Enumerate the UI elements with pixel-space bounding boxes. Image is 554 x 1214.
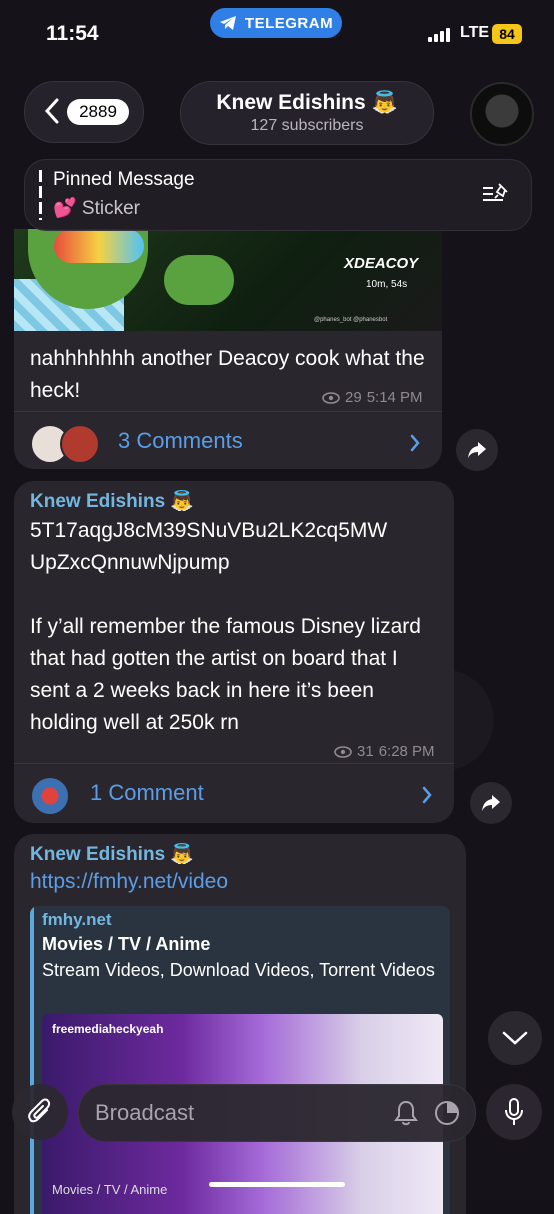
message-time: 5:14 PM <box>366 389 423 406</box>
message-link[interactable]: https://fmhy.net/video <box>30 870 228 894</box>
preview-site: fmhy.net <box>42 910 112 929</box>
pin-list-icon[interactable] <box>481 182 511 206</box>
sender-name: Knew Edishins 👼 <box>30 491 195 512</box>
message-text-line: 5T17aqgJ8cM39SNuVBu2LK2cq5MW <box>30 519 388 542</box>
share-arrow-icon <box>468 442 486 458</box>
image-sunglasses <box>54 229 144 263</box>
message-meta: 29 5:14 PM <box>322 389 423 406</box>
message-meta: 31 6:28 PM <box>334 743 435 760</box>
commenter-avatar <box>30 776 70 816</box>
sender-name: Knew Edishins 👼 <box>30 844 195 865</box>
share-button[interactable] <box>456 429 498 471</box>
telegram-app-pill[interactable]: TELEGRAM <box>210 8 342 38</box>
paperclip-icon <box>28 1098 51 1123</box>
preview-title: Movies / TV / Anime <box>42 934 211 954</box>
sticker-image[interactable]: XDEACOY 10m, 54s @phanes_bot @phanesbot <box>14 229 442 331</box>
message-bubble[interactable]: nahhhhhhh another Deacoy cook what the h… <box>14 331 442 469</box>
home-indicator <box>209 1182 345 1187</box>
chevron-down-icon <box>502 1031 528 1045</box>
image-handle: XDEACOY <box>344 255 419 272</box>
chevron-left-icon <box>45 98 59 124</box>
scroll-to-bottom-button[interactable] <box>488 1011 542 1065</box>
telegram-pill-label: TELEGRAM <box>244 14 334 32</box>
comments-link[interactable]: 1 Comment <box>14 763 454 826</box>
network-label: LTE <box>460 24 490 41</box>
preview-accent-bar <box>30 906 34 1214</box>
microphone-icon <box>505 1098 523 1125</box>
comments-count: 1 Comment <box>90 780 204 805</box>
input-placeholder: Broadcast <box>95 1100 195 1125</box>
status-bar: 11:54 TELEGRAM LTE 84 <box>0 0 554 70</box>
message-bubble[interactable]: Knew Edishins 👼 5T17aqgJ8cM39SNuVBu2LK2c… <box>14 481 454 823</box>
bell-icon[interactable] <box>393 1099 419 1127</box>
unread-count-badge: 2889 <box>67 99 129 125</box>
image-time: 10m, 54s <box>366 279 408 290</box>
pinned-indicator <box>39 170 42 220</box>
pinned-title: Pinned Message <box>53 169 195 190</box>
microphone-button[interactable] <box>486 1084 542 1140</box>
message-input[interactable]: Broadcast <box>78 1084 476 1142</box>
comments-count: 3 Comments <box>118 428 243 453</box>
image-hand <box>164 255 234 305</box>
preview-image-footer: Movies / TV / Anime <box>52 1182 168 1197</box>
link-preview[interactable]: fmhy.net Movies / TV / Anime Stream Vide… <box>30 906 450 1214</box>
channel-header[interactable]: Knew Edishins 👼 127 subscribers <box>180 81 434 145</box>
eye-icon <box>322 391 340 404</box>
pinned-preview: 💕 Sticker <box>53 198 141 219</box>
preview-image-label: freemediaheckyeah <box>52 1022 164 1036</box>
message-text-line: UpZxcQnnuwNjpump <box>30 551 230 574</box>
share-arrow-icon <box>482 795 500 811</box>
pinned-message-bar[interactable]: Pinned Message 💕 Sticker <box>24 159 532 231</box>
chevron-right-icon <box>422 786 432 804</box>
attach-button[interactable] <box>12 1084 68 1140</box>
battery-icon: 84 <box>492 24 522 44</box>
image-footer: @phanes_bot @phanesbot <box>314 317 388 323</box>
view-count: 31 <box>357 743 374 760</box>
back-button[interactable]: 2889 <box>24 81 144 143</box>
message-time: 6:28 PM <box>378 743 435 760</box>
view-count: 29 <box>345 389 362 406</box>
message-text: If y’all remember the famous Disney liza… <box>30 615 421 734</box>
channel-avatar[interactable] <box>470 82 534 146</box>
timer-icon[interactable] <box>433 1099 461 1127</box>
chevron-right-icon <box>410 434 420 452</box>
telegram-icon <box>219 16 236 30</box>
signal-icon <box>428 28 450 42</box>
commenter-avatar <box>60 424 100 464</box>
eye-icon <box>334 745 352 758</box>
comments-link[interactable]: 3 Comments <box>14 411 442 474</box>
subscriber-count: 127 subscribers <box>250 117 364 134</box>
preview-description: Stream Videos, Download Videos, Torrent … <box>42 960 435 980</box>
share-button[interactable] <box>470 782 512 824</box>
message-bubble[interactable]: Knew Edishins 👼 https://fmhy.net/video f… <box>14 834 466 1214</box>
clock: 11:54 <box>46 22 99 45</box>
channel-title: Knew Edishins 👼 <box>216 91 398 114</box>
